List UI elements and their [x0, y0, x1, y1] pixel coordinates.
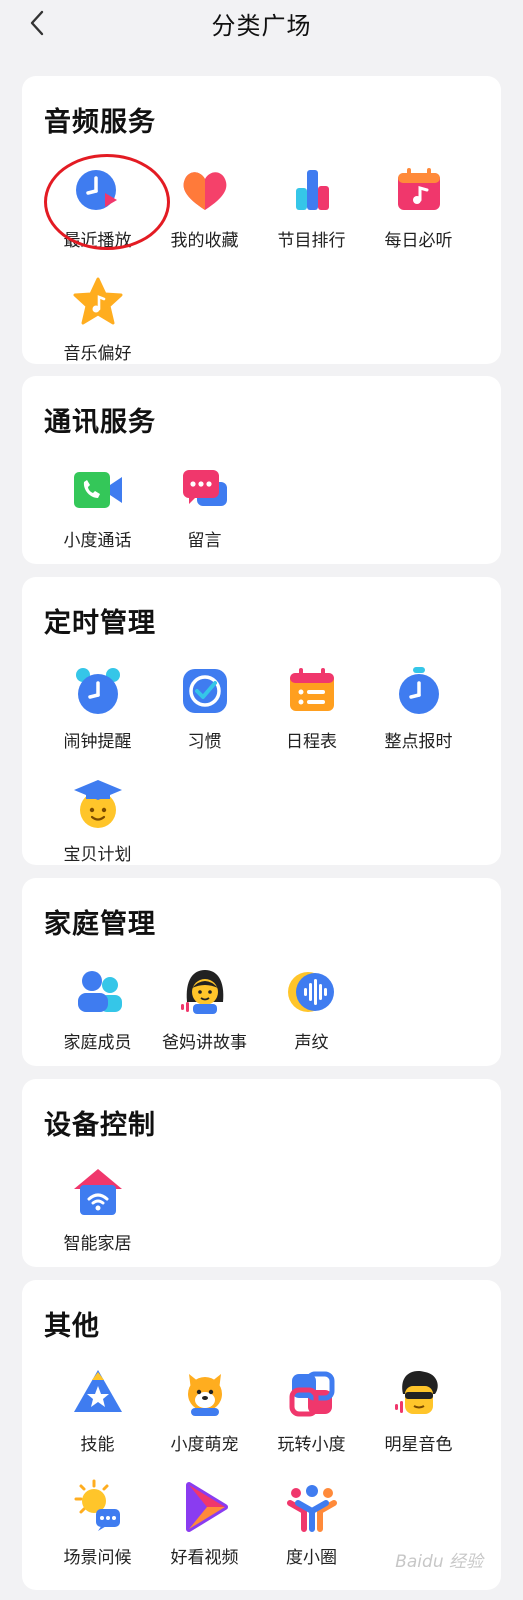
item-my-favorites[interactable]: 我的收藏 [151, 160, 258, 251]
item-xiaodu-call[interactable]: 小度通话 [44, 460, 151, 551]
item-label: 度小圈 [286, 1548, 337, 1568]
bar-chart-icon [282, 160, 342, 220]
item-label: 声纹 [294, 1033, 329, 1053]
item-program-ranking[interactable]: 节目排行 [258, 160, 365, 251]
pet-dog-icon [175, 1364, 235, 1424]
section-title: 家庭管理 [44, 909, 156, 940]
item-label: 我的收藏 [170, 231, 239, 251]
item-hourly-chime[interactable]: 整点报时 [365, 661, 472, 752]
section-title: 音频服务 [44, 107, 156, 138]
item-label: 节目排行 [277, 231, 346, 251]
item-skills[interactable]: 技能 [44, 1364, 151, 1455]
item-habit[interactable]: 习惯 [151, 661, 258, 752]
item-baby-plan[interactable]: 宝贝计划 [44, 774, 151, 865]
heart-icon [175, 160, 235, 220]
item-scene-greeting[interactable]: 场景问候 [44, 1477, 151, 1568]
community-icon [282, 1477, 342, 1537]
item-label: 每日必听 [384, 231, 453, 251]
section-communication-services: 通讯服务 小度通话 留言 [22, 376, 501, 564]
item-label: 好看视频 [170, 1548, 239, 1568]
alarm-clock-icon [68, 661, 128, 721]
family-members-icon [68, 962, 128, 1022]
item-label: 家庭成员 [63, 1033, 132, 1053]
check-icon [175, 661, 235, 721]
calendar-music-icon [389, 160, 449, 220]
video-play-icon [175, 1477, 235, 1537]
item-voiceprint[interactable]: 声纹 [258, 962, 365, 1053]
item-label: 日程表 [286, 732, 337, 752]
item-play-xiaodu[interactable]: 玩转小度 [258, 1364, 365, 1455]
section-title: 设备控制 [44, 1110, 156, 1141]
item-label: 闹钟提醒 [63, 732, 132, 752]
item-label: 小度通话 [63, 531, 132, 551]
stopwatch-icon [389, 661, 449, 721]
section-timer-management: 定时管理 闹钟提醒 习惯 日程表 整点报时 宝贝计划 [22, 577, 501, 865]
item-label: 留言 [187, 531, 222, 551]
voiceprint-icon [282, 962, 342, 1022]
section-device-control: 设备控制 智能家居 [22, 1079, 501, 1267]
smart-home-icon [68, 1163, 128, 1223]
item-label: 爸妈讲故事 [162, 1033, 247, 1053]
clock-play-icon [68, 160, 128, 220]
item-family-members[interactable]: 家庭成员 [44, 962, 151, 1053]
section-title: 通讯服务 [44, 407, 156, 438]
item-label: 技能 [80, 1435, 115, 1455]
item-schedule[interactable]: 日程表 [258, 661, 365, 752]
item-label: 音乐偏好 [63, 344, 132, 364]
play-tips-icon [282, 1364, 342, 1424]
star-voice-icon [389, 1364, 449, 1424]
star-music-icon [68, 273, 128, 333]
section-family-management: 家庭管理 家庭成员 爸妈讲故事 声纹 [22, 878, 501, 1066]
item-daily-must-listen[interactable]: 每日必听 [365, 160, 472, 251]
item-label: 最近播放 [63, 231, 132, 251]
item-label: 习惯 [187, 732, 222, 752]
item-label: 玩转小度 [277, 1435, 346, 1455]
section-audio-services: 音频服务 最近播放 我的收藏 节目排行 每日必听 音乐偏好 [22, 76, 501, 364]
page-title: 分类广场 [211, 12, 312, 40]
storyteller-icon [175, 962, 235, 1022]
item-haokan-video[interactable]: 好看视频 [151, 1477, 258, 1568]
sun-greeting-icon [68, 1477, 128, 1537]
top-bar: 分类广场 [0, 0, 523, 52]
item-label: 场景问候 [63, 1548, 132, 1568]
item-label: 智能家居 [63, 1234, 132, 1254]
section-title: 定时管理 [44, 608, 156, 639]
item-label: 明星音色 [384, 1435, 453, 1455]
item-celebrity-voice[interactable]: 明星音色 [365, 1364, 472, 1455]
schedule-icon [282, 661, 342, 721]
video-call-icon [68, 460, 128, 520]
item-du-circle[interactable]: 度小圈 [258, 1477, 365, 1568]
item-message[interactable]: 留言 [151, 460, 258, 551]
item-parents-story[interactable]: 爸妈讲故事 [151, 962, 258, 1053]
item-xiaodu-pet[interactable]: 小度萌宠 [151, 1364, 258, 1455]
message-icon [175, 460, 235, 520]
item-label: 小度萌宠 [170, 1435, 239, 1455]
graduate-face-icon [68, 774, 128, 834]
skill-star-icon [68, 1364, 128, 1424]
item-smart-home[interactable]: 智能家居 [44, 1163, 151, 1254]
item-recent-play[interactable]: 最近播放 [44, 160, 151, 251]
item-label: 宝贝计划 [63, 845, 132, 865]
section-title: 其他 [44, 1311, 100, 1342]
item-music-preference[interactable]: 音乐偏好 [44, 273, 151, 364]
item-alarm-reminder[interactable]: 闹钟提醒 [44, 661, 151, 752]
watermark: Baidu 经验 [395, 1552, 483, 1572]
item-label: 整点报时 [384, 732, 453, 752]
section-others: 其他 技能 小度萌宠 玩转小度 明星音色 场景问候 好看视频 度小圈 Baidu… [22, 1280, 501, 1590]
